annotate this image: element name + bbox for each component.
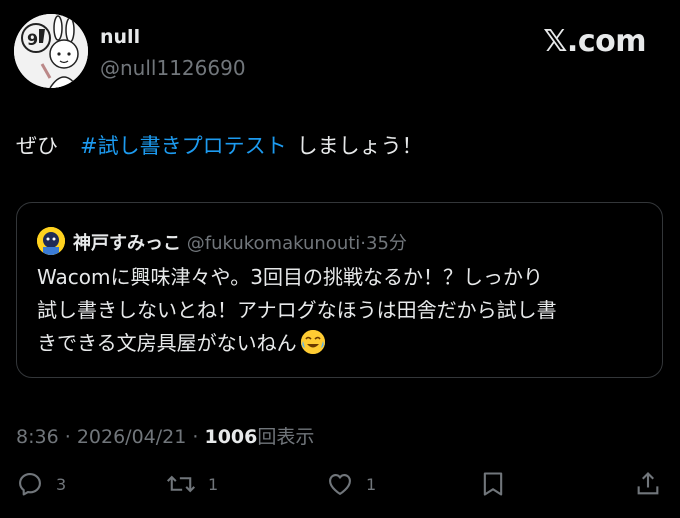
quoted-author-handle[interactable]: @fukukomakunouti (187, 233, 361, 254)
reply-button[interactable]: 3 (16, 466, 66, 502)
tweet-text: ぜひ #試し書きプロテスト しましょう！ (16, 132, 423, 160)
quoted-header: 神戸すみっこ @fukukomakunouti·35分 (73, 229, 407, 255)
emoji-svg (300, 330, 325, 354)
face-with-tears-of-joy-icon (300, 330, 325, 354)
share-icon (637, 472, 659, 495)
tweet-time[interactable]: 8:36 (16, 426, 59, 448)
author-avatar[interactable]: 9 (14, 14, 88, 88)
share-button[interactable] (634, 466, 662, 502)
quoted-text-line: Wacomに興味津々や。3回目の挑戦なるか！？しっかり (37, 265, 543, 289)
quoted-author-name[interactable]: 神戸すみっこ (73, 233, 181, 254)
quoted-author-avatar[interactable] (37, 227, 65, 255)
quoted-text-line: 試し書きしないとね！アナログなほうは田舎だから試し書 (37, 298, 557, 322)
bookmark-button[interactable] (480, 466, 506, 502)
quoted-text-line-3: きできる文房具屋がないねん (37, 331, 297, 355)
meta-separator: · (64, 426, 71, 448)
quoted-text-line: きできる文房具屋がないねん (37, 327, 647, 360)
author-handle[interactable]: @null1126690 (100, 56, 246, 80)
tweet-date[interactable]: 2026/04/21 (77, 426, 187, 448)
retweet-count: 1 (208, 474, 219, 494)
like-count: 1 (366, 474, 377, 494)
heart-icon (329, 473, 351, 495)
quoted-text: Wacomに興味津々や。3回目の挑戦なるか！？しっかり 試し書きしないとね！アナ… (37, 261, 647, 360)
reply-count: 3 (56, 474, 67, 494)
reply-icon (19, 473, 41, 496)
action-bar: 3 1 1 (0, 466, 680, 506)
views-label: 回表示 (257, 426, 315, 448)
quoted-avatar-illustration (37, 227, 65, 255)
x-logo: 𝕏.com (543, 24, 646, 59)
svg-text:9: 9 (27, 30, 38, 49)
hashtag-link[interactable]: #試し書きプロテスト (80, 134, 287, 158)
retweet-button[interactable]: 1 (166, 466, 218, 502)
tweet-meta: 8:36 · 2026/04/21 · 1006回表示 (16, 422, 314, 449)
author-avatar-illustration: 9 (14, 14, 88, 88)
like-button[interactable]: 1 (326, 466, 376, 502)
author-name[interactable]: null (100, 26, 140, 48)
quoted-timestamp[interactable]: 35分 (366, 233, 407, 254)
tweet-text-before: ぜひ (16, 134, 58, 158)
tweet-text-after: しましょう！ (296, 134, 423, 158)
bookmark-icon (483, 472, 503, 496)
quoted-tweet[interactable]: 神戸すみっこ @fukukomakunouti·35分 Wacomに興味津々や。… (16, 202, 663, 378)
views-count: 1006 (204, 426, 258, 448)
meta-separator: · (192, 426, 199, 448)
retweet-icon (166, 475, 196, 493)
